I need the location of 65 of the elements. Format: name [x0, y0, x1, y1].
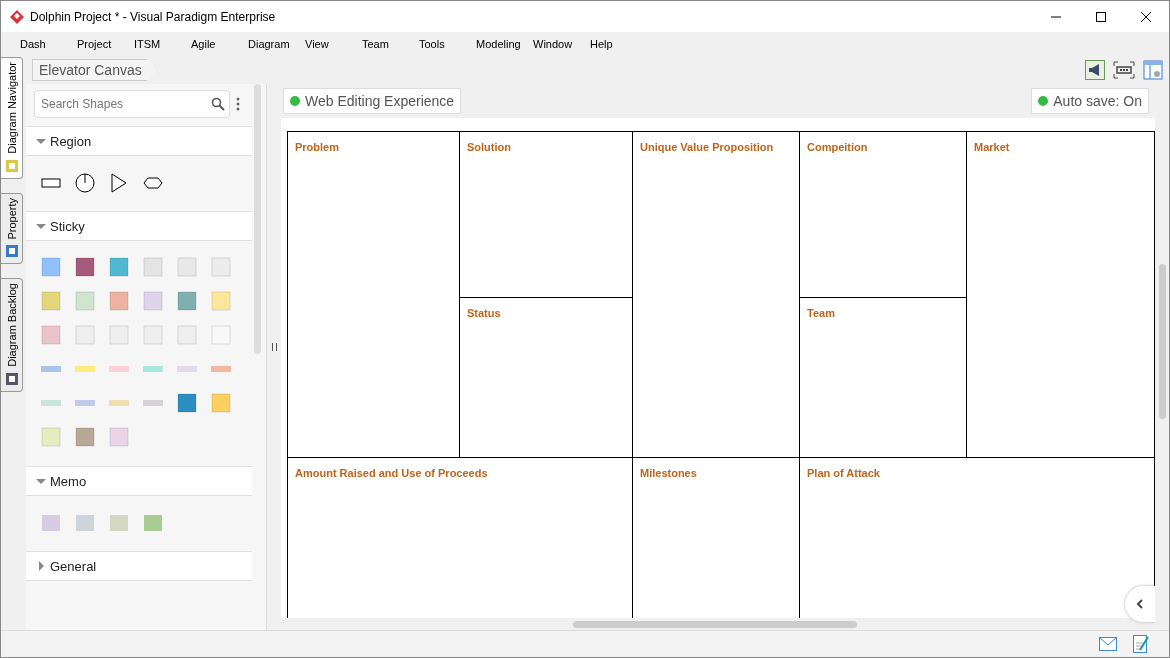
menu-item[interactable]: Team: [362, 38, 419, 50]
menu-item[interactable]: Diagram: [248, 38, 305, 50]
menu-item[interactable]: ITSM: [134, 38, 191, 50]
block-title: Amount Raised and Use of Proceeds: [295, 467, 488, 479]
scrollbar-thumb[interactable]: [573, 621, 857, 628]
section-header[interactable]: Region: [26, 126, 252, 156]
status-badge[interactable]: Web Editing Experience: [283, 88, 462, 114]
megaphone-icon[interactable]: [1085, 60, 1105, 80]
scrollbar-thumb[interactable]: [1159, 264, 1166, 419]
search-icon: [211, 97, 225, 111]
menu-item[interactable]: Help: [590, 38, 647, 50]
search-field[interactable]: Search Shapes: [34, 90, 230, 118]
sticky-note-icon[interactable]: [176, 392, 198, 414]
chevron-left-icon: [1136, 599, 1144, 609]
window-title: Dolphin Project * - Visual Paradigm Enterprise: [30, 9, 276, 24]
caret-icon[interactable]: [36, 221, 46, 231]
block-title: Market: [974, 141, 1010, 153]
menu-item[interactable]: Tools: [419, 38, 476, 50]
caret-icon[interactable]: [36, 561, 46, 571]
section-header[interactable]: Sticky: [26, 211, 252, 241]
tab-icon: [3, 243, 20, 260]
logo-icon: [10, 9, 24, 24]
maximize-icon[interactable]: [1095, 10, 1107, 23]
block-title: Team: [807, 307, 835, 319]
fit-screen-icon[interactable]: [1113, 61, 1135, 79]
memo-note-icon[interactable]: [74, 512, 96, 534]
sticky-note-icon[interactable]: [74, 426, 96, 448]
menu-item[interactable]: Modeling: [476, 38, 533, 50]
menu-item[interactable]: View: [305, 38, 362, 50]
menu-item[interactable]: Window: [533, 38, 590, 50]
memo-note-icon[interactable]: [40, 512, 62, 534]
memo-note-icon[interactable]: [142, 512, 164, 534]
caret-icon[interactable]: [36, 476, 46, 486]
side-tab[interactable]: Diagram Navigator: [1, 57, 23, 179]
menu-item[interactable]: Project: [77, 38, 134, 50]
block-title: Unique Value Proposition: [640, 141, 774, 153]
more-icon[interactable]: [236, 97, 240, 111]
layout-icon[interactable]: [1143, 60, 1163, 80]
block-title: Milestones: [640, 467, 697, 479]
block-title: Plan of Attack: [807, 467, 880, 479]
section-header[interactable]: General: [26, 551, 252, 581]
tab-icon: [3, 157, 20, 174]
menu-item[interactable]: Agile: [191, 38, 248, 50]
scrollbar-thumb[interactable]: [254, 84, 261, 354]
menu-item[interactable]: Dash: [20, 38, 77, 50]
splitter-handle[interactable]: [271, 343, 277, 351]
mail-icon[interactable]: [1099, 637, 1117, 651]
side-tab[interactable]: Diagram Backlog: [1, 278, 23, 393]
section-header[interactable]: Memo: [26, 466, 252, 496]
sticky-note-icon[interactable]: [108, 256, 130, 278]
side-tab[interactable]: Property: [1, 192, 23, 265]
memo-note-icon[interactable]: [108, 512, 130, 534]
caret-icon[interactable]: [36, 136, 46, 146]
breadcrumb[interactable]: Elevator Canvas: [32, 59, 157, 81]
status-badge[interactable]: Auto save: On: [1031, 88, 1149, 114]
sticky-note-icon[interactable]: [74, 256, 96, 278]
note-edit-icon[interactable]: [1133, 635, 1149, 653]
block-title: Compeition: [807, 141, 868, 153]
block-title: Status: [467, 307, 501, 319]
block-title: Solution: [467, 141, 511, 153]
close-icon[interactable]: [1140, 10, 1152, 23]
block-title: Problem: [295, 141, 339, 153]
circle-icon[interactable]: [74, 172, 96, 194]
tab-icon: [3, 371, 20, 388]
sticky-note-icon[interactable]: [176, 290, 198, 312]
